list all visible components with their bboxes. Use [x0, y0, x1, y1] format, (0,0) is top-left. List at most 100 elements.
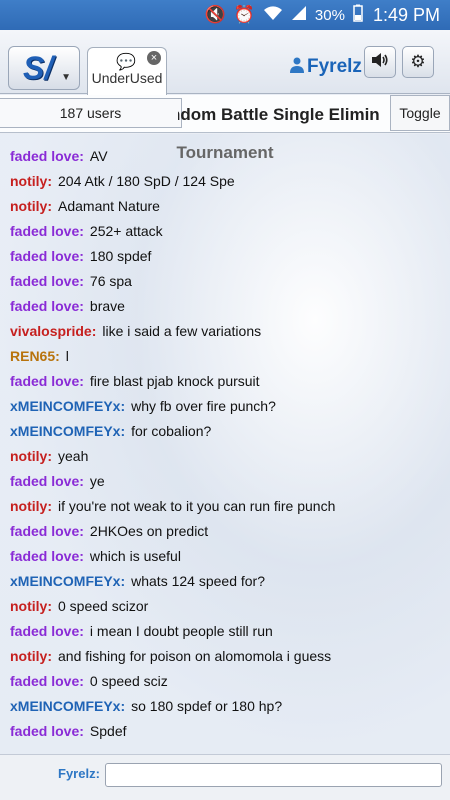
chat-text: l	[65, 348, 69, 364]
chat-message: notily: 0 speed scizor	[10, 596, 446, 621]
chat-log: faded love: AV notily: 204 Atk / 180 SpD / …	[10, 146, 446, 746]
tab-label: UnderUsed	[91, 70, 163, 86]
chat-text: Spdef	[89, 723, 127, 739]
showdown-logo-icon: S/	[23, 50, 54, 86]
chat-message: faded love: which is useful	[10, 546, 446, 571]
user-badge[interactable]: Fyrelz	[290, 52, 362, 82]
chat-username[interactable]: notily:	[10, 648, 52, 664]
chat-message: xMEINCOMFEYx: for cobalion?	[10, 421, 446, 446]
status-bar: 🔇 ⏰ 30% 1:49 PM	[0, 0, 450, 30]
chat-text: 180 spdef	[89, 248, 152, 264]
chat-text: for cobalion?	[131, 423, 212, 439]
chat-message: notily: yeah	[10, 446, 446, 471]
chat-username[interactable]: xMEINCOMFEYx:	[10, 573, 125, 589]
room-title-text: ndom Battle Single Elimin	[178, 105, 380, 124]
clock: 1:49 PM	[372, 4, 440, 25]
chat-message: faded love: 252+ attack	[10, 221, 446, 246]
settings-button[interactable]: ⚙	[402, 46, 434, 78]
chat-username[interactable]: faded love:	[10, 623, 84, 639]
chat-message: notily: 204 Atk / 180 SpD / 124 Spe	[10, 171, 446, 196]
userlist-button[interactable]: 187 users	[0, 98, 182, 128]
chat-message: faded love: 180 spdef	[10, 246, 446, 271]
room-bar: 187 users ndom Battle Single Elimin Togg…	[0, 95, 450, 133]
gear-icon: ⚙	[410, 52, 426, 71]
chat-bubble-icon: 💬	[116, 54, 136, 71]
chat-username[interactable]: xMEINCOMFEYx:	[10, 398, 125, 414]
chat-text: so 180 spdef or 180 hp?	[131, 698, 283, 714]
chat-text: Adamant Nature	[58, 198, 160, 214]
chat-message: faded love: 76 spa	[10, 271, 446, 296]
chat-username[interactable]: faded love:	[10, 548, 84, 564]
chat-message: faded love: AV	[10, 146, 446, 171]
chat-username[interactable]: faded love:	[10, 248, 84, 264]
chat-username[interactable]: notily:	[10, 498, 52, 514]
chat-username[interactable]: notily:	[10, 173, 52, 189]
chat-text: whats 124 speed for?	[131, 573, 265, 589]
chat-text: 76 spa	[89, 273, 132, 289]
chat-username[interactable]: xMEINCOMFEYx:	[10, 423, 125, 439]
dropdown-arrow-icon: ▼	[61, 72, 71, 83]
battery-icon	[353, 4, 363, 27]
chat-message: xMEINCOMFEYx: whats 124 speed for?	[10, 571, 446, 596]
chat-username[interactable]: faded love:	[10, 723, 84, 739]
chat-text: which is useful	[89, 548, 181, 564]
chat-text: if you're not weak to it you can run fir…	[58, 498, 336, 514]
chat-username[interactable]: REN65:	[10, 348, 60, 364]
chat-text: yeah	[58, 448, 89, 464]
chat-message: REN65: l	[10, 346, 446, 371]
chat-message: notily: Adamant Nature	[10, 196, 446, 221]
chat-username[interactable]: faded love:	[10, 298, 84, 314]
chat-username[interactable]: faded love:	[10, 473, 84, 489]
mute-icon: 🔇	[204, 5, 226, 24]
chat-text: and fishing for poison on alomomola i gu…	[58, 648, 332, 664]
chat-username[interactable]: faded love:	[10, 223, 84, 239]
chat-message: vivalospride: like i said a few variation…	[10, 321, 446, 346]
chat-text: fire blast pjab knock pursuit	[89, 373, 260, 389]
chat-message: faded love: i mean I doubt people still r…	[10, 621, 446, 646]
chat-text: i mean I doubt people still run	[89, 623, 273, 639]
speaker-icon	[371, 52, 389, 73]
chat-text: 0 speed scizor	[58, 598, 149, 614]
chat-username[interactable]: faded love:	[10, 523, 84, 539]
chat-message: faded love: 2HKOes on predict	[10, 521, 446, 546]
signal-icon	[291, 5, 307, 26]
chat-username[interactable]: faded love:	[10, 273, 84, 289]
tab-underused[interactable]: 💬 × UnderUsed	[87, 47, 167, 95]
chat-message: faded love: brave	[10, 296, 446, 321]
chat-username[interactable]: xMEINCOMFEYx:	[10, 698, 125, 714]
wifi-icon	[263, 5, 283, 26]
main-menu-button[interactable]: S/ ▼	[8, 46, 80, 90]
chat-message: xMEINCOMFEYx: so 180 spdef or 180 hp?	[10, 696, 446, 721]
chat-username[interactable]: faded love:	[10, 673, 84, 689]
chat-message: faded love: Spdef	[10, 721, 446, 746]
toggle-button[interactable]: Toggle	[390, 95, 450, 131]
sound-button[interactable]	[364, 46, 396, 78]
user-icon	[290, 57, 304, 78]
chat-input[interactable]	[105, 763, 442, 787]
chat-username[interactable]: notily:	[10, 598, 52, 614]
chat-footer: Fyrelz:	[0, 754, 450, 800]
chat-text: ye	[89, 473, 105, 489]
chat-text: AV	[89, 148, 108, 164]
chat-username[interactable]: faded love:	[10, 373, 84, 389]
chat-text: why fb over fire punch?	[131, 398, 276, 414]
close-icon[interactable]: ×	[147, 51, 161, 65]
self-username-label: Fyrelz:	[58, 766, 100, 781]
room-title: ndom Battle Single Elimin	[178, 101, 390, 129]
chat-username[interactable]: notily:	[10, 198, 52, 214]
chat-message: notily: if you're not weak to it you can …	[10, 496, 446, 521]
chat-message: faded love: 0 speed sciz	[10, 671, 446, 696]
chat-username[interactable]: faded love:	[10, 148, 84, 164]
battery-percent: 30%	[314, 6, 345, 24]
app-header: S/ ▼ 💬 × UnderUsed Fyrelz ⚙	[0, 30, 450, 95]
username[interactable]: Fyrelz	[307, 56, 362, 78]
chat-text: 252+ attack	[89, 223, 163, 239]
chat-message: notily: and fishing for poison on alomomo…	[10, 646, 446, 671]
alarm-icon: ⏰	[233, 5, 255, 24]
chat-username[interactable]: vivalospride:	[10, 323, 96, 339]
chat-text: 2HKOes on predict	[89, 523, 209, 539]
chat-message: faded love: fire blast pjab knock pursuit	[10, 371, 446, 396]
chat-message: xMEINCOMFEYx: why fb over fire punch?	[10, 396, 446, 421]
chat-text: like i said a few variations	[102, 323, 262, 339]
chat-username[interactable]: notily:	[10, 448, 52, 464]
